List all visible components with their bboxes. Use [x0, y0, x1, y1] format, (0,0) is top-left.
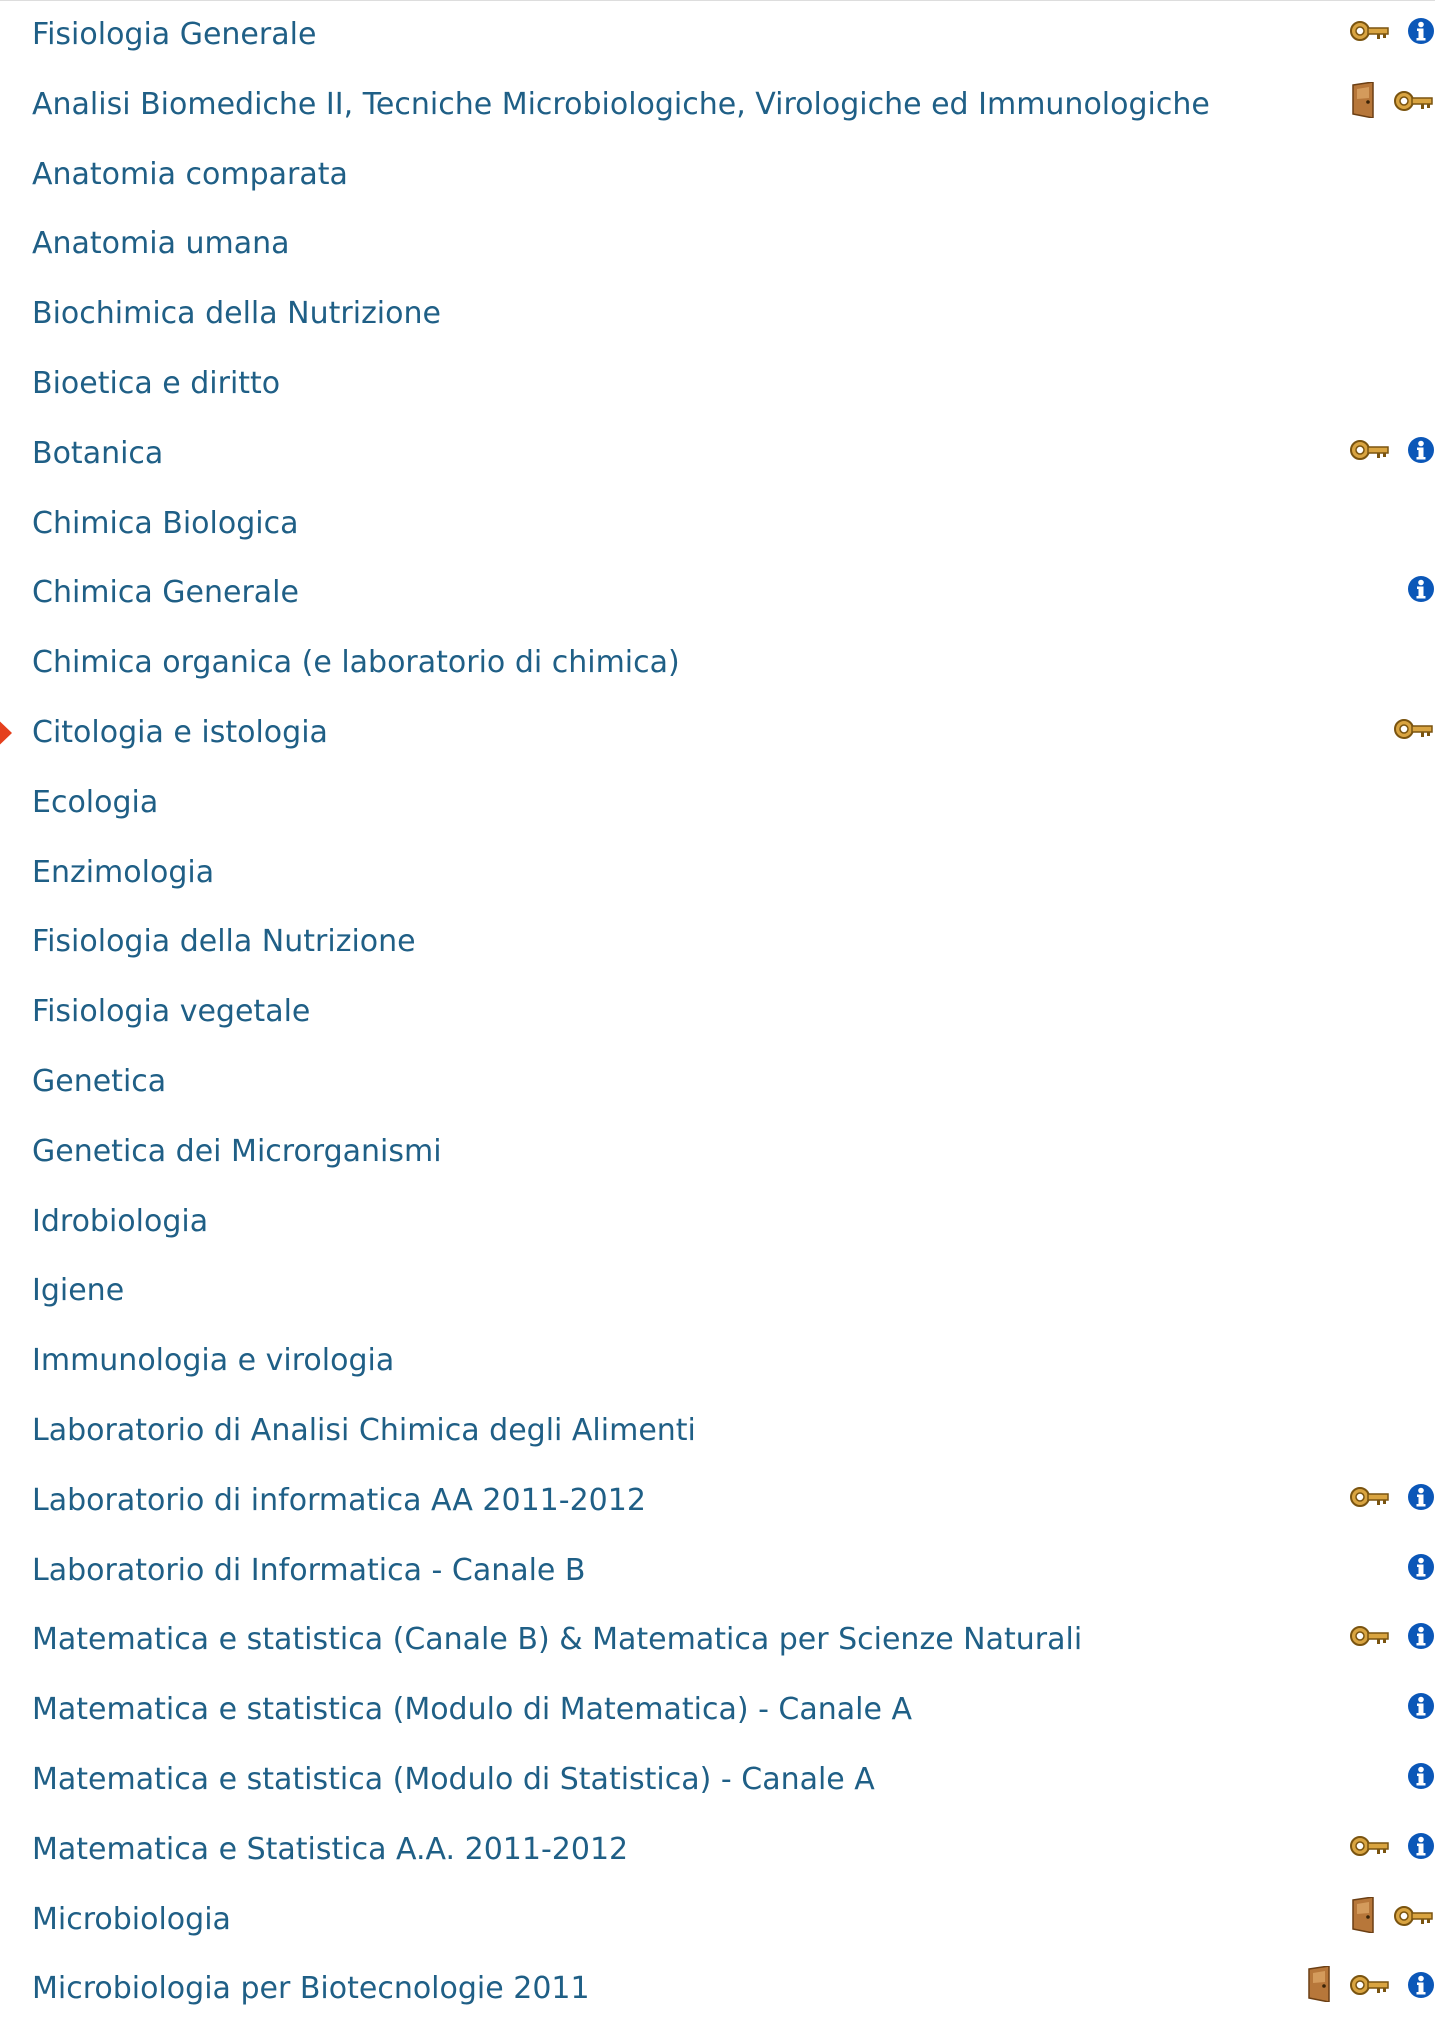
list-item: Chimica Biologica [0, 489, 1435, 559]
door-icon[interactable] [1351, 1896, 1377, 1933]
course-link[interactable]: Fisiologia della Nutrizione [32, 919, 416, 965]
key-icon[interactable] [1349, 436, 1391, 464]
course-link[interactable]: Laboratorio di Analisi Chimica degli Ali… [32, 1408, 696, 1454]
course-link[interactable]: Igiene [32, 1268, 124, 1314]
info-icon[interactable] [1407, 1971, 1435, 1999]
key-icon[interactable] [1349, 1832, 1391, 1860]
door-icon[interactable] [1351, 81, 1377, 118]
list-item: Laboratorio di Analisi Chimica degli Ali… [0, 1396, 1435, 1466]
key-icon[interactable] [1349, 1483, 1391, 1511]
course-link[interactable]: Chimica Biologica [32, 501, 298, 547]
list-item: Fisiologia Generale [0, 0, 1435, 70]
list-item: Laboratorio di Informatica - Canale B [0, 1536, 1435, 1606]
course-link[interactable]: Genetica [32, 1059, 166, 1105]
list-item: Biochimica della Nutrizione [0, 279, 1435, 349]
course-link[interactable]: Chimica Generale [32, 570, 299, 616]
key-icon[interactable] [1349, 1622, 1391, 1650]
course-link[interactable]: Citologia e istologia [32, 710, 328, 756]
course-link[interactable]: Microbiologia [32, 1897, 231, 1943]
list-item: Matematica e Statistica A.A. 2011-2012 [0, 1815, 1435, 1885]
course-link[interactable]: Matematica e statistica (Modulo di Matem… [32, 1687, 912, 1733]
course-link[interactable]: Anatomia umana [32, 221, 290, 267]
key-icon[interactable] [1349, 1971, 1391, 1999]
course-link[interactable]: Enzimologia [32, 850, 214, 896]
list-item: Botanica [0, 419, 1435, 489]
info-icon[interactable] [1407, 1553, 1435, 1581]
course-link[interactable]: Laboratorio di Informatica - Canale B [32, 1548, 586, 1594]
list-item: Laboratorio di informatica AA 2011-2012 [0, 1466, 1435, 1536]
key-icon[interactable] [1393, 1902, 1435, 1930]
course-link[interactable]: Fisiologia vegetale [32, 989, 310, 1035]
list-item: Citologia e istologia [0, 698, 1435, 768]
list-item: Anatomia umana [0, 209, 1435, 279]
list-item: Matematica e statistica (Modulo di Stati… [0, 1745, 1435, 1815]
list-item: Matematica e statistica (Canale B) & Mat… [0, 1605, 1435, 1675]
list-item: Ecologia [0, 768, 1435, 838]
list-item: Genetica dei Microrganismi [0, 1117, 1435, 1187]
list-item: Microbiologia [0, 1885, 1435, 1955]
key-icon[interactable] [1393, 715, 1435, 743]
info-icon[interactable] [1407, 17, 1435, 45]
info-icon[interactable] [1407, 1762, 1435, 1790]
info-icon[interactable] [1407, 1692, 1435, 1720]
course-link[interactable]: Matematica e statistica (Modulo di Stati… [32, 1757, 875, 1803]
key-icon[interactable] [1393, 87, 1435, 115]
course-link[interactable]: Analisi Biomediche II, Tecniche Microbio… [32, 82, 1210, 128]
list-item: Chimica Generale [0, 558, 1435, 628]
info-icon[interactable] [1407, 1483, 1435, 1511]
list-item: Fisiologia della Nutrizione [0, 907, 1435, 977]
list-item: Matematica e statistica (Modulo di Matem… [0, 1675, 1435, 1745]
list-item: Analisi Biomediche II, Tecniche Microbio… [0, 70, 1435, 140]
course-link[interactable]: Matematica e statistica (Canale B) & Mat… [32, 1617, 1082, 1663]
key-icon[interactable] [1349, 17, 1391, 45]
list-item: Genetica [0, 1047, 1435, 1117]
list-item: Enzimologia [0, 838, 1435, 908]
course-link[interactable]: Immunologia e virologia [32, 1338, 394, 1384]
course-link[interactable]: Fisiologia Generale [32, 12, 316, 58]
list-item: Idrobiologia [0, 1187, 1435, 1257]
course-link[interactable]: Matematica e Statistica A.A. 2011-2012 [32, 1827, 628, 1873]
list-item: Igiene [0, 1256, 1435, 1326]
course-link[interactable]: Biochimica della Nutrizione [32, 291, 441, 337]
list-item: Microbiologia per Biotecnologie 2011 [0, 1954, 1435, 2024]
course-link[interactable]: Anatomia comparata [32, 152, 348, 198]
course-list: Fisiologia Generale Analisi Biomediche II… [0, 0, 1435, 2024]
list-item: Immunologia e virologia [0, 1326, 1435, 1396]
course-link[interactable]: Laboratorio di informatica AA 2011-2012 [32, 1478, 646, 1524]
info-icon[interactable] [1407, 1622, 1435, 1650]
course-link[interactable]: Chimica organica (e laboratorio di chimi… [32, 640, 680, 686]
info-icon[interactable] [1407, 1832, 1435, 1860]
door-icon[interactable] [1307, 1966, 1333, 2003]
info-icon[interactable] [1407, 575, 1435, 603]
list-item: Anatomia comparata [0, 140, 1435, 210]
course-link[interactable]: Microbiologia per Biotecnologie 2011 [32, 1966, 590, 2012]
course-link[interactable]: Ecologia [32, 780, 158, 826]
course-link[interactable]: Botanica [32, 431, 163, 477]
list-item: Fisiologia vegetale [0, 977, 1435, 1047]
course-link[interactable]: Genetica dei Microrganismi [32, 1129, 442, 1175]
info-icon[interactable] [1407, 436, 1435, 464]
list-item: Chimica organica (e laboratorio di chimi… [0, 628, 1435, 698]
list-item: Bioetica e diritto [0, 349, 1435, 419]
course-link[interactable]: Idrobiologia [32, 1199, 208, 1245]
course-link[interactable]: Bioetica e diritto [32, 361, 280, 407]
